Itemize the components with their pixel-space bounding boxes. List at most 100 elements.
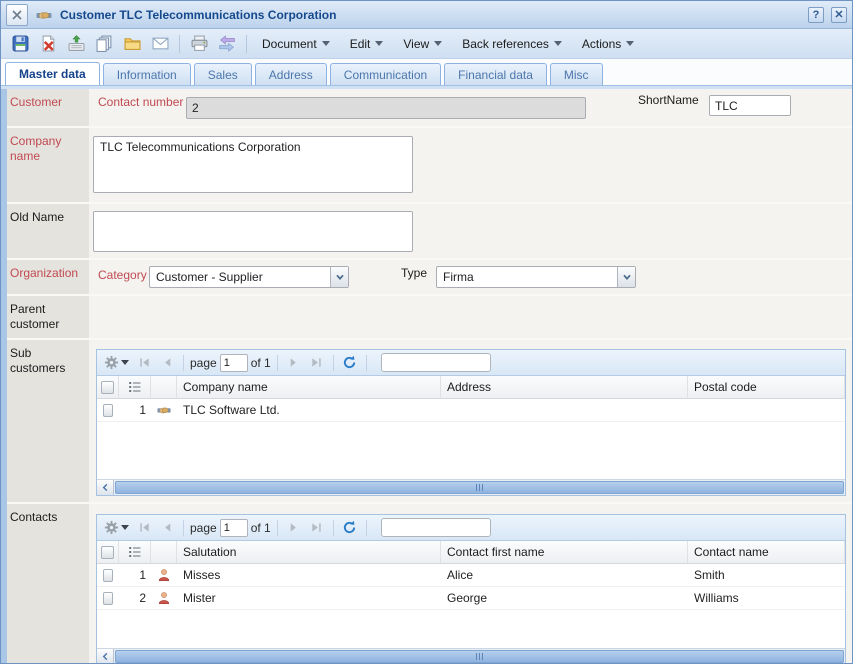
rownum-column-header[interactable] [119,541,151,563]
column-header-contact-name[interactable]: Contact name [688,541,845,563]
page-prev-icon [161,521,174,534]
grid-settings-button[interactable] [101,518,131,538]
menu-back-references[interactable]: Back references [453,32,571,56]
column-header-postal-code[interactable]: Postal code [688,376,845,398]
app-window: Customer TLC Telecommunications Corporat… [0,0,853,664]
copy-button[interactable] [91,32,117,56]
scroll-left-button[interactable] [97,480,114,495]
row-number: 2 [119,587,151,609]
toolbar-separator [179,35,180,53]
company-icon [151,399,177,421]
delete-button[interactable] [35,32,61,56]
gear-icon [104,355,119,370]
contact-row-1[interactable]: 1 Misses Alice Smith [97,564,845,587]
row-checkbox[interactable] [103,592,113,605]
tab-master-data[interactable]: Master data [5,62,100,85]
grid-search-input[interactable] [382,519,491,536]
row-company-name: Company name TLC Telecommunications Corp… [7,128,852,204]
select-all-checkbox[interactable] [101,546,114,559]
folder-button[interactable] [119,32,145,56]
refresh-icon [342,355,357,370]
copy-icon [96,35,113,52]
delete-icon [40,35,57,52]
transfer-button[interactable] [214,32,240,56]
numbered-list-icon [128,380,142,394]
menu-edit-label: Edit [350,37,371,51]
icon-column-header[interactable] [151,541,177,563]
print-button[interactable] [186,32,212,56]
page-last-button[interactable] [307,518,327,538]
page-number-input[interactable] [220,519,248,537]
tab-address[interactable]: Address [255,63,327,85]
icon-column-header[interactable] [151,376,177,398]
page-last-icon [310,521,323,534]
page-first-button[interactable] [134,353,154,373]
row-number: 1 [119,564,151,586]
row-checkbox[interactable] [103,404,113,417]
row-number: 1 [119,399,151,421]
category-combobox[interactable]: Customer - Supplier [149,266,349,288]
page-number-input[interactable] [220,354,248,372]
page-next-icon [287,521,300,534]
tab-communication[interactable]: Communication [330,63,441,85]
page-next-button[interactable] [284,518,304,538]
grid-empty-area [97,422,845,479]
save-button[interactable] [7,32,33,56]
category-dropdown-trigger[interactable] [330,267,348,287]
type-dropdown-trigger[interactable] [617,267,635,287]
page-first-button[interactable] [134,518,154,538]
column-header-company-name[interactable]: Company name [177,376,441,398]
window-title: Customer TLC Telecommunications Corporat… [60,8,801,22]
tab-financial-data[interactable]: Financial data [444,63,547,85]
pager-separator [366,520,367,536]
refresh-button[interactable] [340,518,360,538]
contact-row-2[interactable]: 2 Mister George Williams [97,587,845,610]
window-close-button[interactable] [6,4,28,26]
menu-actions[interactable]: Actions [573,32,643,56]
page-next-button[interactable] [284,353,304,373]
grid-settings-button[interactable] [101,353,131,373]
category-label: Category [98,268,147,282]
titlebar-close-button[interactable]: ✕ [831,7,847,23]
sub-customer-row-1[interactable]: 1 TLC Software Ltd. [97,399,845,422]
page-prev-button[interactable] [157,353,177,373]
old-name-textarea[interactable] [93,211,413,252]
page-last-button[interactable] [307,353,327,373]
cell-first-name: George [441,587,688,609]
select-all-header[interactable] [97,376,119,398]
select-all-checkbox[interactable] [101,381,114,394]
numbered-list-icon [128,545,142,559]
grid-empty-area [97,610,845,648]
refresh-button[interactable] [340,353,360,373]
scroll-left-button[interactable] [97,649,114,664]
mail-button[interactable] [147,32,173,56]
row-customer: Customer Contact number ShortName [7,89,852,128]
column-header-salutation[interactable]: Salutation [177,541,441,563]
rownum-column-header[interactable] [119,376,151,398]
import-button[interactable] [63,32,89,56]
tab-misc[interactable]: Misc [550,63,603,85]
help-button[interactable]: ? [808,7,824,23]
grid-search-input[interactable] [382,354,491,371]
tab-sales[interactable]: Sales [194,63,252,85]
menu-view[interactable]: View [394,32,451,56]
row-organization: Organization Category Customer - Supplie… [7,260,852,296]
column-header-contact-first-name[interactable]: Contact first name [441,541,688,563]
row-checkbox[interactable] [103,569,113,582]
tab-information[interactable]: Information [103,63,191,85]
page-prev-button[interactable] [157,518,177,538]
scrollbar-thumb[interactable] [115,650,844,663]
menu-edit[interactable]: Edit [341,32,393,56]
column-header-address[interactable]: Address [441,376,688,398]
select-all-header[interactable] [97,541,119,563]
company-name-textarea[interactable]: TLC Telecommunications Corporation [93,136,413,193]
old-name-row-label: Old Name [7,204,89,258]
pager-separator [333,520,334,536]
contact-number-input[interactable] [186,97,586,119]
type-combobox[interactable]: Firma [436,266,636,288]
print-icon [191,35,208,52]
organization-row-label: Organization [7,260,89,294]
scrollbar-thumb[interactable] [115,481,844,494]
menu-document[interactable]: Document [253,32,339,56]
shortname-input[interactable] [709,95,791,116]
